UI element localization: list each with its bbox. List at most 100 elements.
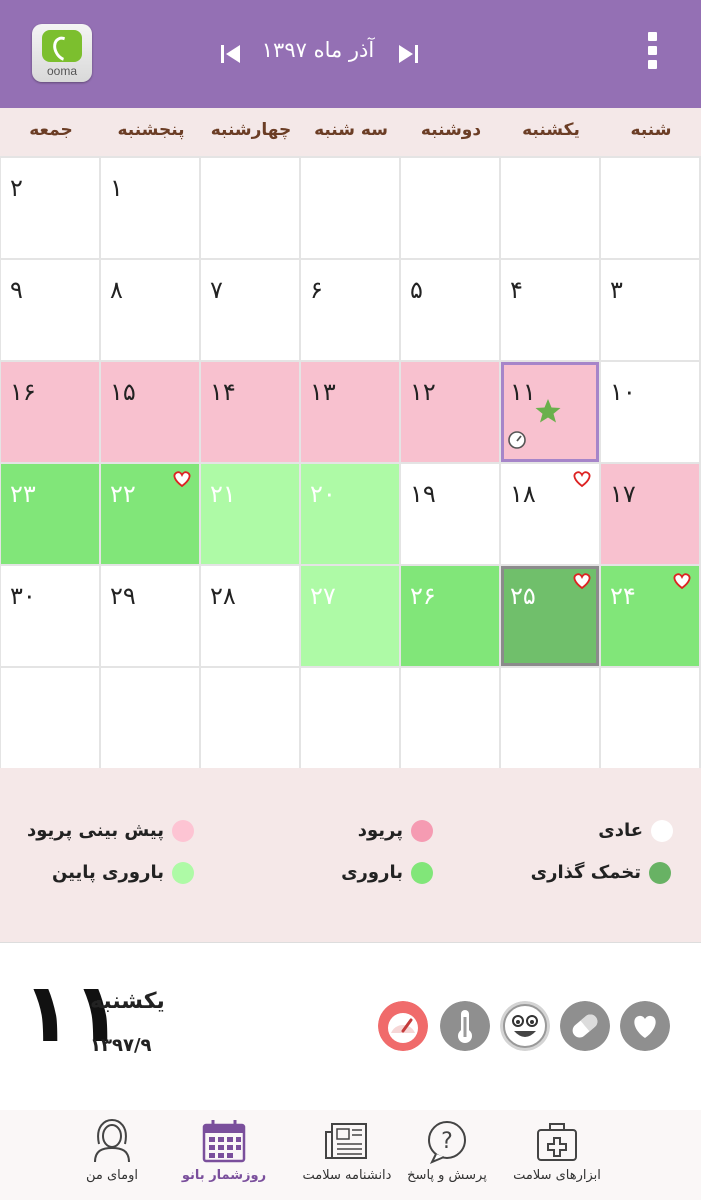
app-header: ooma آذر ماه ۱۳۹۷ xyxy=(0,0,701,108)
calendar-day-cell[interactable]: ۲۶ xyxy=(401,566,499,666)
selected-weekday: یکشنبه xyxy=(90,989,165,1014)
day-number: ۹ xyxy=(10,276,23,304)
calendar-day-cell[interactable]: ۱۳ xyxy=(301,362,399,462)
day-number: ۱۲ xyxy=(410,378,436,406)
calendar-day-cell[interactable]: ۱۶ xyxy=(1,362,99,462)
tab-calendar[interactable]: روزشمار بانو xyxy=(174,1110,274,1200)
calendar-day-cell[interactable]: ۸ xyxy=(101,260,199,360)
day-number: ۱ xyxy=(110,174,123,202)
calendar-day-cell[interactable]: ۲ xyxy=(1,158,99,258)
legend-dot-icon xyxy=(411,820,433,842)
calendar-day-cell[interactable] xyxy=(201,158,299,258)
day-number: ۲۲ xyxy=(110,480,136,508)
tab-questions[interactable]: ? پرسش و پاسخ xyxy=(397,1110,497,1200)
newspaper-icon xyxy=(325,1123,367,1159)
weekday-thu: پنجشنبه xyxy=(117,120,185,140)
day-number: ۲۱ xyxy=(210,480,236,508)
weekday-tue: سه شنبه xyxy=(314,120,388,140)
app-logo[interactable]: ooma xyxy=(32,24,92,82)
calendar-day-cell[interactable]: ۲۷ xyxy=(301,566,399,666)
calendar-day-cell[interactable]: ۱۵ xyxy=(101,362,199,462)
tab-profile[interactable]: اومای من xyxy=(62,1110,162,1200)
day-number: ۲۴ xyxy=(610,582,636,610)
calendar-day-cell[interactable] xyxy=(601,668,699,768)
legend-dot-icon xyxy=(649,862,671,884)
calendar-day-cell[interactable] xyxy=(1,668,99,768)
weekday-fri: جمعه xyxy=(29,120,73,140)
legend-label: باروری xyxy=(341,862,403,883)
calendar-day-cell[interactable]: ۲۰ xyxy=(301,464,399,564)
calendar-day-cell[interactable]: ۲۲ xyxy=(101,464,199,564)
day-number: ۲۵ xyxy=(510,582,536,610)
calendar-day-cell[interactable] xyxy=(301,668,399,768)
tab-encyclopedia[interactable]: دانشنامه سلامت xyxy=(297,1110,397,1200)
calendar-day-cell[interactable]: ۵ xyxy=(401,260,499,360)
legend-dot-icon xyxy=(411,862,433,884)
selected-day-panel: ۱۱ یکشنبه ۱۳۹۷/۹ xyxy=(0,942,701,1112)
day-number: ۲۶ xyxy=(410,582,436,610)
skip-next-icon[interactable] xyxy=(397,42,419,66)
calendar-day-cell[interactable]: ۱۹ xyxy=(401,464,499,564)
calendar-day-cell[interactable]: ۳۰ xyxy=(1,566,99,666)
brand-label: ooma xyxy=(46,64,78,78)
legend-period: پریود xyxy=(300,818,435,848)
calendar-day-cell[interactable]: ۱۰ xyxy=(601,362,699,462)
tab-health-tools[interactable]: ابزارهای سلامت xyxy=(507,1110,607,1200)
legend-label: پریود xyxy=(357,820,403,841)
calendar-day-cell[interactable]: ۲۹ xyxy=(101,566,199,666)
first-aid-kit-icon xyxy=(537,1123,577,1161)
calendar-day-cell[interactable] xyxy=(601,158,699,258)
day-number: ۳۰ xyxy=(10,582,36,610)
day-number: ۱۸ xyxy=(510,480,536,508)
calendar-day-cell[interactable]: ۹ xyxy=(1,260,99,360)
heart-outline-icon xyxy=(573,573,591,590)
day-number: ۱۵ xyxy=(110,378,136,406)
calendar-day-cell[interactable] xyxy=(401,158,499,258)
legend-dot-icon xyxy=(651,820,673,842)
calendar-day-cell[interactable] xyxy=(201,668,299,768)
calendar-day-cell[interactable]: ۱۱ xyxy=(501,362,599,462)
calendar-day-cell[interactable]: ۱ xyxy=(101,158,199,258)
day-number: ۵ xyxy=(410,276,423,304)
calendar-day-cell[interactable]: ۷ xyxy=(201,260,299,360)
calendar-day-cell[interactable] xyxy=(501,158,599,258)
calendar-day-cell[interactable]: ۲۴ xyxy=(601,566,699,666)
calendar-day-cell[interactable]: ۲۱ xyxy=(201,464,299,564)
calendar-day-cell[interactable] xyxy=(401,668,499,768)
pill-icon[interactable] xyxy=(560,1001,610,1051)
smiley-icon[interactable] xyxy=(500,1001,550,1051)
gauge-icon[interactable] xyxy=(378,1001,428,1051)
thermometer-icon[interactable] xyxy=(440,1001,490,1051)
day-number: ۲۳ xyxy=(10,480,36,508)
legend-ovulation: تخمک گذاری xyxy=(500,860,673,890)
leaf-logo-icon xyxy=(42,30,82,62)
calendar-day-cell[interactable]: ۶ xyxy=(301,260,399,360)
calendar-day-cell[interactable]: ۱۷ xyxy=(601,464,699,564)
calendar-day-cell[interactable]: ۲۸ xyxy=(201,566,299,666)
question-bubble-icon: ? xyxy=(428,1121,466,1164)
legend-dot-icon xyxy=(172,820,194,842)
tab-label: دانشنامه سلامت xyxy=(302,1168,392,1183)
selected-date: ۱۳۹۷/۹ xyxy=(90,1035,152,1056)
legend-fertile: باروری xyxy=(300,860,435,890)
bottom-nav: ابزارهای سلامت ? پرسش و پاسخ دانشنامه سل… xyxy=(0,1110,701,1200)
more-vert-icon[interactable] xyxy=(640,32,664,78)
legend-low-fertile: باروری پایین xyxy=(30,860,196,890)
calendar-day-cell[interactable]: ۱۴ xyxy=(201,362,299,462)
calendar-day-cell[interactable]: ۲۵ xyxy=(501,566,599,666)
calendar-day-cell[interactable]: ۱۸ xyxy=(501,464,599,564)
skip-previous-icon[interactable] xyxy=(220,42,242,66)
heart-outline-icon xyxy=(673,573,691,590)
legend-dot-icon xyxy=(172,862,194,884)
day-number: ۲۰ xyxy=(310,480,336,508)
month-title: آذر ماه ۱۳۹۷ xyxy=(261,38,375,62)
calendar-day-cell[interactable]: ۲۳ xyxy=(1,464,99,564)
calendar-day-cell[interactable] xyxy=(301,158,399,258)
calendar-day-cell[interactable]: ۱۲ xyxy=(401,362,499,462)
calendar-day-cell[interactable]: ۴ xyxy=(501,260,599,360)
calendar-day-cell[interactable]: ۳ xyxy=(601,260,699,360)
calendar-day-cell[interactable] xyxy=(101,668,199,768)
heart-icon[interactable] xyxy=(620,1001,670,1051)
calendar-day-cell[interactable] xyxy=(501,668,599,768)
day-number: ۱۴ xyxy=(210,378,236,406)
